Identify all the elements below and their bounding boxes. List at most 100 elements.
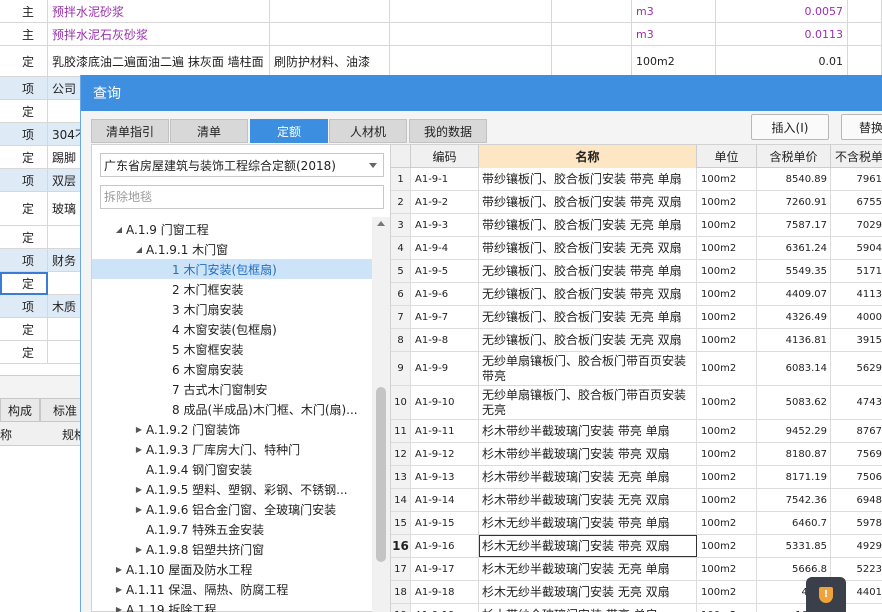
tab-bill-guide[interactable]: 清单指引	[91, 119, 169, 143]
table-row[interactable]: 4 A1-9-4 带纱镶板门、胶合板门安装 无亮 双扇 100m2 6361.24 590…	[391, 237, 882, 260]
table-row[interactable]: 10 A1-9-10 无纱单扇镶板门、胶合板门带百页安装 无亮 100m2 5083.6…	[391, 386, 882, 420]
tree-node[interactable]: ▶ A.1.9.6 铝合金门窗、全玻璃门安装	[92, 499, 372, 519]
code-cell: A1-9-14	[411, 489, 479, 511]
tree-node[interactable]: 8 成品(半成品)木门框、木门(扇)...	[92, 399, 372, 419]
row-quantity-cell: 0.01	[716, 46, 848, 76]
tree-node[interactable]: A.1.9.4 钢门窗安装	[92, 459, 372, 479]
table-row[interactable]: 12 A1-9-12 杉木带纱半截玻璃门安装 带亮 双扇 100m2 8180.87 75…	[391, 443, 882, 466]
insert-button[interactable]: 插入(I)	[751, 114, 829, 140]
table-row[interactable]: 15 A1-9-15 杉木无纱半截玻璃门安装 带亮 单扇 100m2 6460.7 597…	[391, 512, 882, 535]
tab-quota[interactable]: 定额	[250, 119, 328, 143]
notification-button[interactable]: !	[806, 577, 846, 612]
table-row[interactable]: 11 A1-9-11 杉木带纱半截玻璃门安装 带亮 单扇 100m2 9452.29 87…	[391, 420, 882, 443]
table-row[interactable]: 5 A1-9-5 无纱镶板门、胶合板门安装 带亮 单扇 100m2 5549.35 517…	[391, 260, 882, 283]
price-ex-tax-cell: 7961	[831, 168, 882, 190]
scrollbar-thumb[interactable]	[376, 387, 386, 562]
tree-node[interactable]: A.1.9.7 特殊五金安装	[92, 519, 372, 539]
table-row[interactable]: 14 A1-9-14 杉木带纱半截玻璃门安装 无亮 双扇 100m2 7542.36 69…	[391, 489, 882, 512]
collapsed-arrow-icon[interactable]: ▶	[132, 485, 146, 494]
background-row[interactable]: 主预拌水泥砂浆 m3 0.0057	[0, 0, 882, 23]
column-header-code[interactable]: 编码	[411, 145, 479, 168]
table-row[interactable]: 9 A1-9-9 无纱单扇镶板门、胶合板门带百页安装 带亮 100m2 6083.14 5…	[391, 352, 882, 386]
tree-scrollbar[interactable]	[372, 217, 390, 612]
row-type-cell: 定	[0, 100, 48, 122]
column-header-name[interactable]: 名称	[479, 145, 697, 168]
table-row[interactable]: 1 A1-9-1 带纱镶板门、胶合板门安装 带亮 单扇 100m2 8540.89 796…	[391, 168, 882, 191]
tree-node[interactable]: ◢ A.1.9.1 木门窗	[92, 239, 372, 259]
collapsed-arrow-icon[interactable]: ▶	[112, 565, 126, 574]
bottom-panel-body	[0, 446, 90, 612]
table-row[interactable]: 8 A1-9-8 无纱镶板门、胶合板门安装 无亮 双扇 100m2 4136.81 391…	[391, 329, 882, 352]
name-cell: 带纱镶板门、胶合板门安装 无亮 双扇	[479, 237, 697, 259]
tree-node[interactable]: ◢ A.1.9 门窗工程	[92, 219, 372, 239]
column-header-price-ex-tax[interactable]: 不含税单	[831, 145, 882, 168]
tree-node-label: A.1.9 门窗工程	[126, 222, 209, 237]
scroll-up-icon[interactable]	[377, 221, 385, 226]
background-row[interactable]: 主预拌水泥石灰砂浆 m3 0.0113	[0, 23, 882, 46]
price-ex-tax-cell: 7506	[831, 466, 882, 488]
tree-node[interactable]: 5 木窗框安装	[92, 339, 372, 359]
collapsed-arrow-icon[interactable]: ▶	[112, 605, 126, 612]
table-row[interactable]: 7 A1-9-7 无纱镶板门、胶合板门安装 无亮 单扇 100m2 4326.49 400…	[391, 306, 882, 329]
unit-cell: 100m2	[697, 420, 757, 442]
table-row[interactable]: 6 A1-9-6 无纱镶板门、胶合板门安装 带亮 双扇 100m2 4409.07 411…	[391, 283, 882, 306]
row-index-cell: 3	[391, 214, 411, 236]
tree-node[interactable]: ▶ A.1.9.3 厂库房大门、特种门	[92, 439, 372, 459]
row-name-cell: 预拌水泥砂浆	[48, 0, 270, 22]
price-ex-tax-cell: 4743	[831, 386, 882, 419]
tab-labor-material-machine[interactable]: 人材机	[329, 119, 407, 143]
price-cell: 4326.49	[757, 306, 831, 328]
table-row[interactable]: 16 A1-9-16 杉木无纱半截玻璃门安装 带亮 双扇 100m2 5331.85 49…	[391, 535, 882, 558]
row-type-cell: 定	[0, 226, 48, 248]
tree-node[interactable]: ▶ A.1.9.2 门窗装饰	[92, 419, 372, 439]
replace-button[interactable]: 替换	[841, 114, 882, 140]
collapsed-arrow-icon[interactable]: ▶	[132, 545, 146, 554]
table-header: 编码 名称 单位 含税单价 不含税单	[391, 145, 882, 168]
column-header-price[interactable]: 含税单价	[757, 145, 831, 168]
tree-node[interactable]: ▶ A.1.11 保温、隔热、防腐工程	[92, 579, 372, 599]
row-index-cell: 17	[391, 558, 411, 580]
name-cell: 无纱单扇镶板门、胶合板门带百页安装 无亮	[479, 386, 697, 419]
tree-node-label: A.1.9.6 铝合金门窗、全玻璃门安装	[146, 502, 337, 517]
unit-cell: 100m2	[697, 329, 757, 351]
tree-node[interactable]: 7 古式木门窗制安	[92, 379, 372, 399]
price-cell: 5549.35	[757, 260, 831, 282]
tree-node[interactable]: ▶ A.1.9.5 塑料、塑钢、彩钢、不锈钢...	[92, 479, 372, 499]
tree-node[interactable]: 6 木窗扇安装	[92, 359, 372, 379]
tree-node[interactable]: ▶ A.1.9.8 铝塑共挤门窗	[92, 539, 372, 559]
tab-composition[interactable]: 构成	[0, 398, 40, 422]
tree-node-label: A.1.9.2 门窗装饰	[146, 422, 241, 437]
column-header-index	[391, 145, 411, 168]
tree-node[interactable]: ▶ A.1.19 拆除工程	[92, 599, 372, 612]
tree-node[interactable]: ▶ A.1.10 屋面及防水工程	[92, 559, 372, 579]
collapsed-arrow-icon[interactable]: ▶	[132, 425, 146, 434]
table-row[interactable]: 13 A1-9-13 杉木带纱半截玻璃门安装 无亮 单扇 100m2 8171.19 75…	[391, 466, 882, 489]
table-row[interactable]: 3 A1-9-3 带纱镶板门、胶合板门安装 无亮 单扇 100m2 7587.17 702…	[391, 214, 882, 237]
row-spec-cell	[270, 23, 390, 45]
collapsed-arrow-icon[interactable]: ▶	[132, 505, 146, 514]
code-cell: A1-9-16	[411, 535, 479, 557]
query-dialog: 查询 清单指引 清单 定额 人材机 我的数据 插入(I) 替换 广东省房屋建筑与…	[80, 75, 882, 612]
tree-node[interactable]: 3 木门扇安装	[92, 299, 372, 319]
price-cell: 7260.91	[757, 191, 831, 213]
column-header-unit[interactable]: 单位	[697, 145, 757, 168]
tab-bill[interactable]: 清单	[170, 119, 248, 143]
expanded-arrow-icon[interactable]: ◢	[112, 225, 126, 234]
expanded-arrow-icon[interactable]: ◢	[132, 245, 146, 254]
collapsed-arrow-icon[interactable]: ▶	[112, 585, 126, 594]
tree-node[interactable]: 2 木门框安装	[92, 279, 372, 299]
dialog-titlebar[interactable]: 查询	[81, 75, 882, 111]
collapsed-arrow-icon[interactable]: ▶	[132, 445, 146, 454]
name-cell: 无纱镶板门、胶合板门安装 无亮 双扇	[479, 329, 697, 351]
row-type-cell: 定	[0, 192, 48, 225]
name-cell: 杉木带纱半截玻璃门安装 带亮 双扇	[479, 443, 697, 465]
price-ex-tax-cell: 8767	[831, 420, 882, 442]
quota-library-dropdown[interactable]: 广东省房屋建筑与装饰工程综合定额(2018)	[100, 153, 384, 177]
tree-node[interactable]: 1 木门安装(包框扇)	[92, 259, 372, 279]
background-row[interactable]: 定乳胶漆底油二遍面油二遍 抹灰面 墙柱面 刷防护材料、油漆 100m2 0.01	[0, 46, 882, 77]
tab-my-data[interactable]: 我的数据	[409, 119, 487, 143]
table-row[interactable]: 2 A1-9-2 带纱镶板门、胶合板门安装 带亮 双扇 100m2 7260.91 675…	[391, 191, 882, 214]
tree-node[interactable]: 4 木窗安装(包框扇)	[92, 319, 372, 339]
search-input[interactable]	[100, 185, 384, 209]
unit-cell: 100m2	[697, 512, 757, 534]
